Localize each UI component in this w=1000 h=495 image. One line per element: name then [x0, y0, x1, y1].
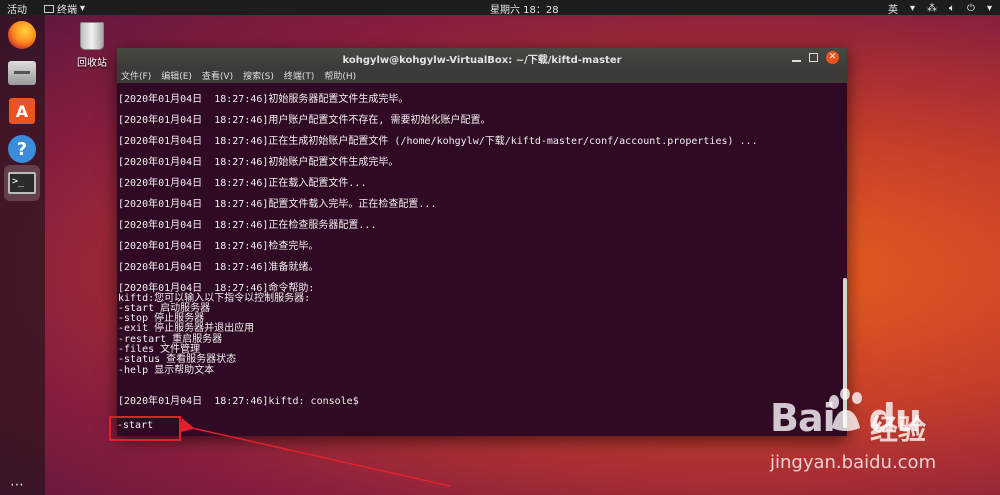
baidu-watermark-url: jingyan.baidu.com — [770, 452, 937, 473]
baidu-watermark-jingyan: 经验 — [870, 413, 927, 446]
baidu-paw-icon — [829, 388, 862, 431]
